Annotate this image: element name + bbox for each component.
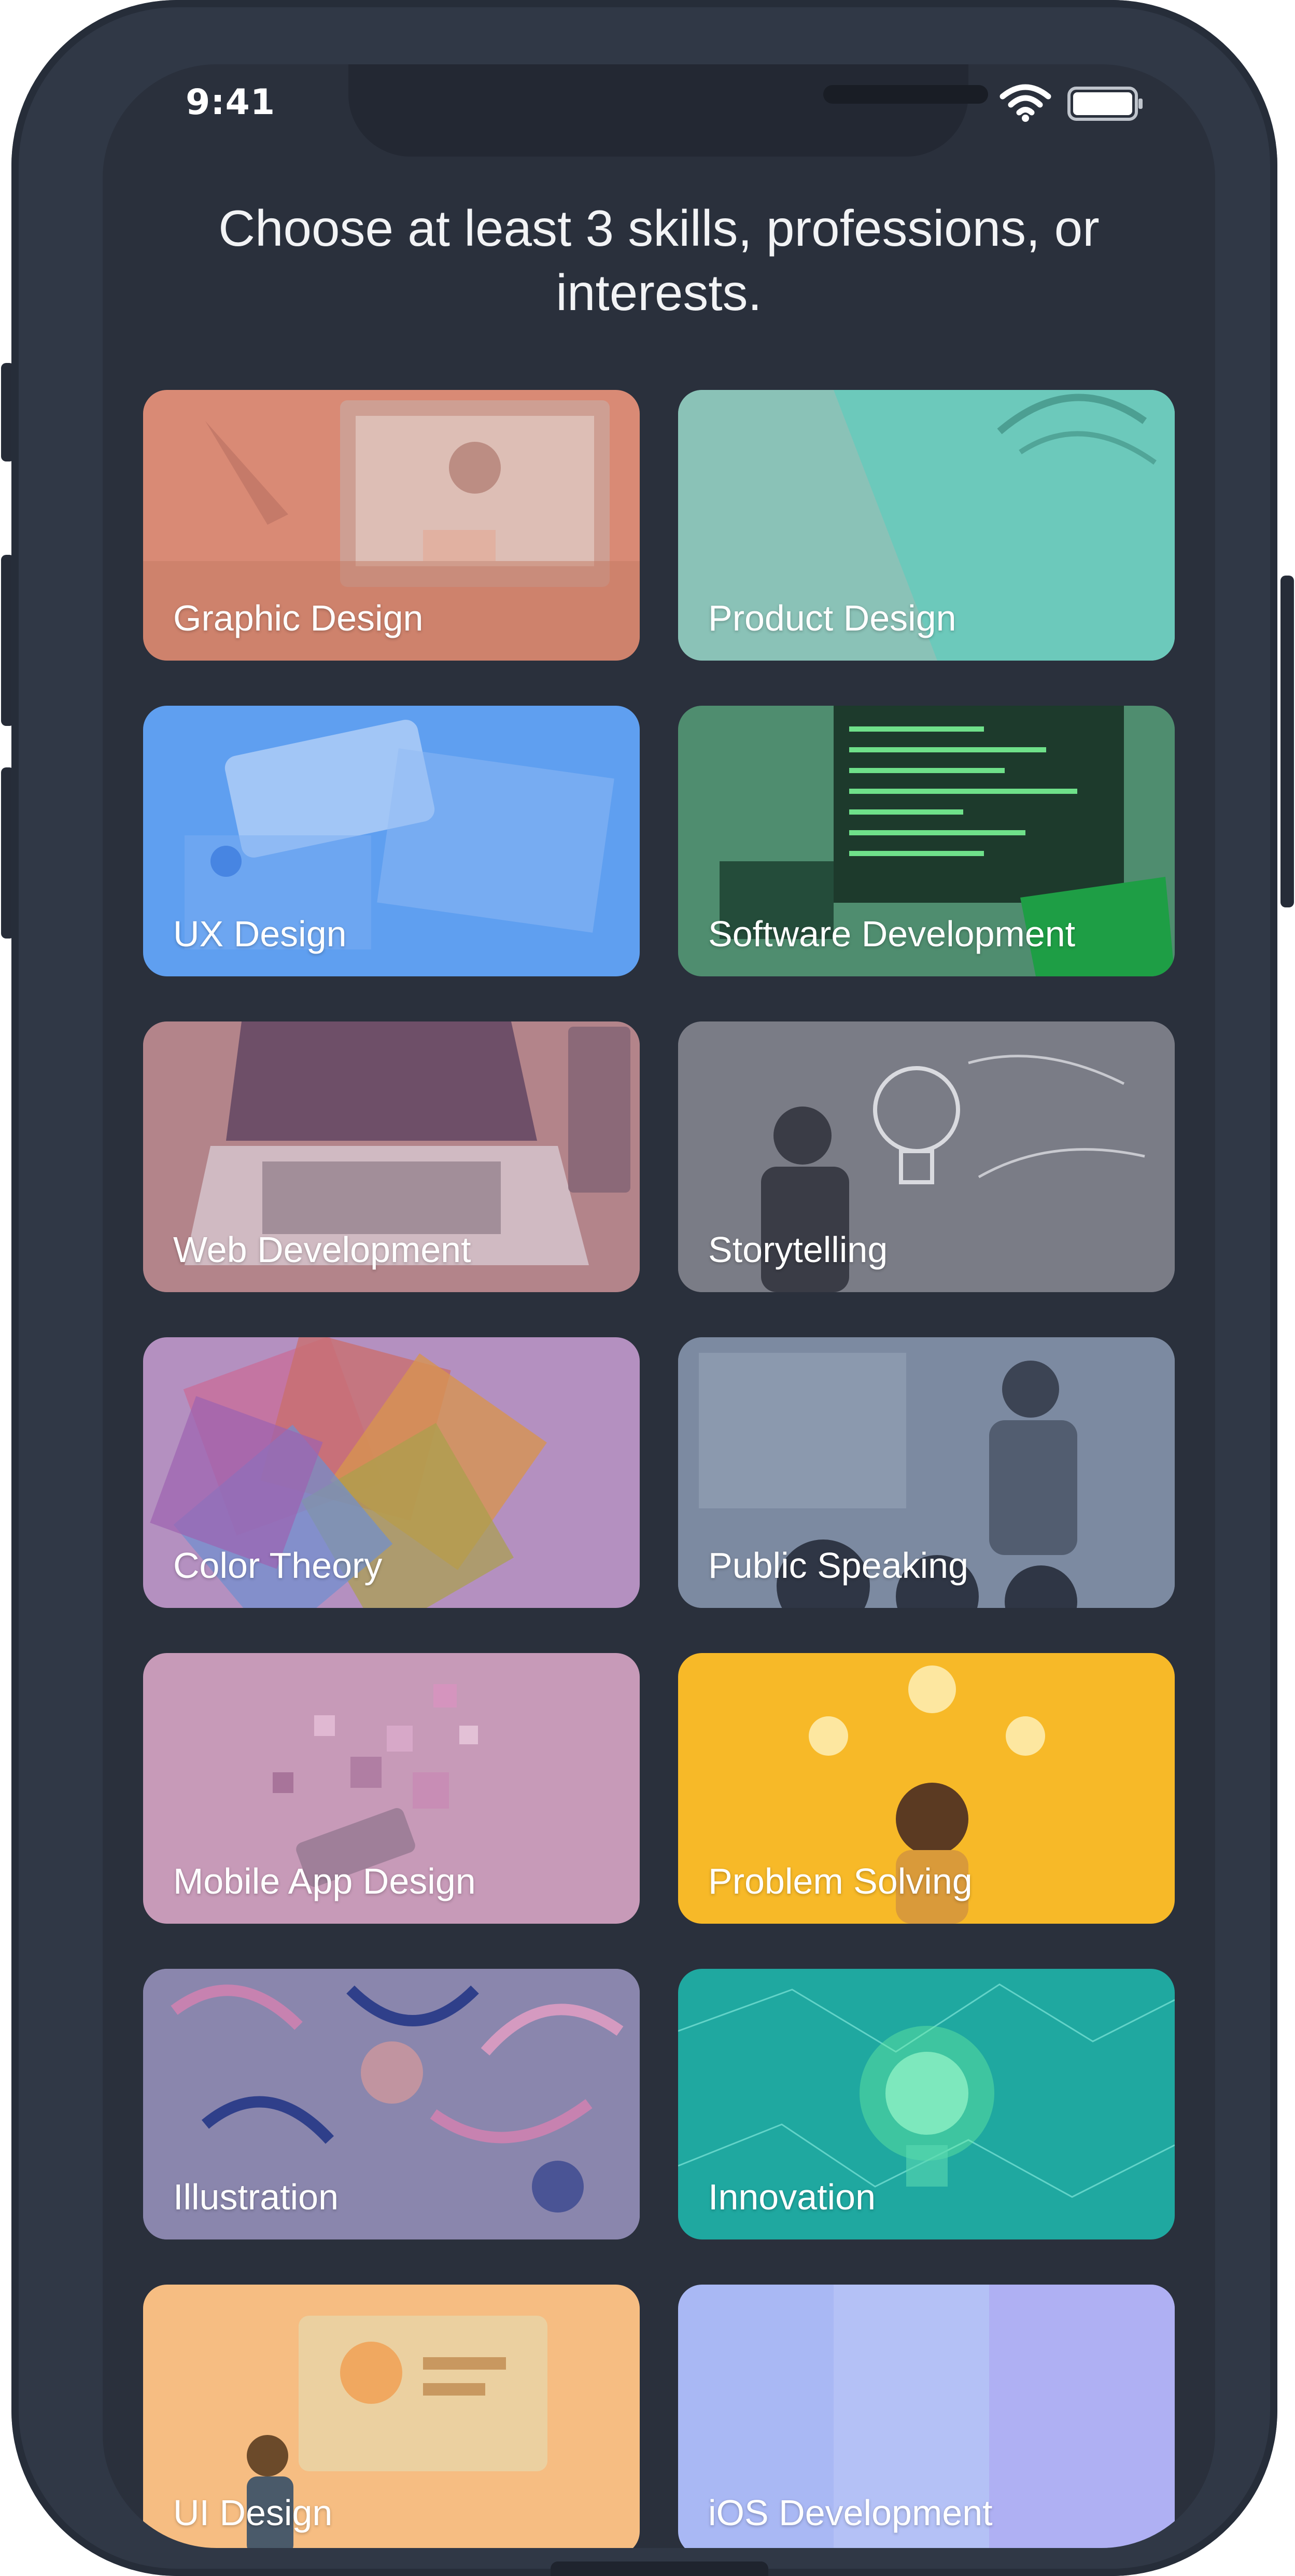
battery-icon xyxy=(1067,87,1143,121)
tile-product-design[interactable]: Product Design xyxy=(678,390,1175,661)
tile-label: UI Design xyxy=(173,2493,333,2533)
status-icons xyxy=(1000,83,1176,122)
tile-software-development[interactable]: Software Development xyxy=(678,706,1175,976)
speaker-grille xyxy=(823,85,988,104)
tile-label: Illustration xyxy=(173,2177,339,2217)
tile-label: Product Design xyxy=(708,598,956,638)
tile-label: Public Speaking xyxy=(708,1545,968,1586)
tile-color-theory[interactable]: Color Theory xyxy=(143,1337,640,1608)
screen: 9:41 Choose at least 3 skills, professio… xyxy=(103,64,1215,2548)
tile-illustration[interactable]: Illustration xyxy=(143,1969,640,2239)
tile-public-speaking[interactable]: Public Speaking xyxy=(678,1337,1175,1608)
page-title: Choose at least 3 skills, professions, o… xyxy=(218,200,1100,321)
tile-web-development[interactable]: Web Development xyxy=(143,1021,640,1292)
tile-label: UX Design xyxy=(173,914,347,954)
tile-ios-development[interactable]: iOS Development xyxy=(678,2285,1175,2548)
power-button[interactable] xyxy=(1280,576,1294,907)
status-time: 9:41 xyxy=(186,82,276,123)
tile-ux-design[interactable]: UX Design xyxy=(143,706,640,976)
wifi-icon xyxy=(1000,84,1051,122)
notch xyxy=(348,64,988,157)
tile-mobile-app-design[interactable]: Mobile App Design xyxy=(143,1653,640,1924)
tile-ui-design[interactable]: UI Design xyxy=(143,2285,640,2548)
tile-label: Mobile App Design xyxy=(173,1861,476,1901)
tile-innovation[interactable]: Innovation xyxy=(678,1969,1175,2239)
tile-problem-solving[interactable]: Problem Solving xyxy=(678,1653,1175,1924)
phone-frame: 9:41 Choose at least 3 skills, professio… xyxy=(11,0,1277,2576)
tile-label: Software Development xyxy=(708,914,1076,954)
tile-label: Storytelling xyxy=(708,1229,888,1270)
tile-label: Graphic Design xyxy=(173,598,424,638)
tile-label: Color Theory xyxy=(173,1545,383,1586)
tile-label: Web Development xyxy=(173,1229,471,1270)
tile-label: Problem Solving xyxy=(708,1861,973,1901)
tile-storytelling[interactable]: Storytelling xyxy=(678,1021,1175,1292)
bottom-bezel-edge xyxy=(551,2561,768,2576)
tile-label: Innovation xyxy=(708,2177,876,2217)
tile-graphic-design[interactable]: Graphic Design xyxy=(143,390,640,661)
tile-label: iOS Development xyxy=(708,2493,993,2533)
